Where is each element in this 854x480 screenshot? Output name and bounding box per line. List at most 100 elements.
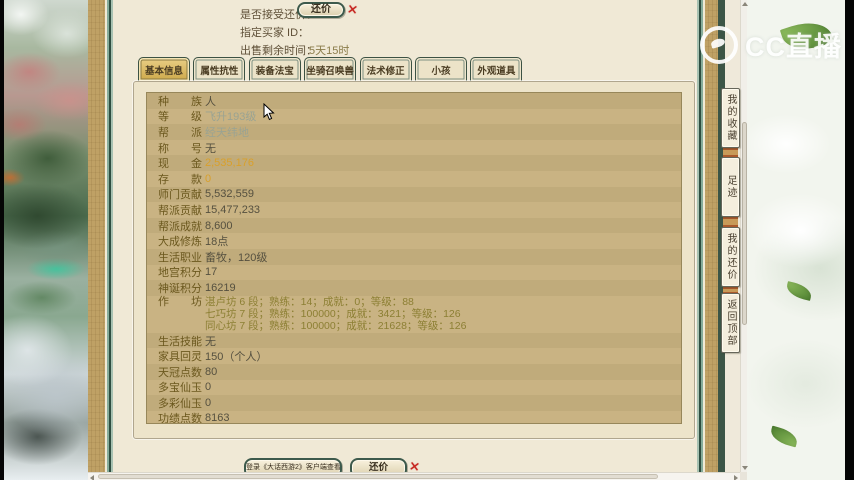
- info-row-label: 等 级: [158, 108, 202, 124]
- tab-5[interactable]: 小孩: [415, 57, 467, 81]
- sidebar-back-to-top-button[interactable]: 返回顶部: [721, 293, 740, 353]
- info-row-label: 地宫积分: [158, 264, 202, 280]
- page-border-left: [88, 0, 105, 472]
- sidebar-connector: [723, 217, 738, 227]
- info-row: 多彩仙玉 0: [147, 395, 681, 411]
- scroll-up-arrow-icon[interactable]: [742, 2, 748, 6]
- sale-time-remaining-value: 5天15时: [309, 42, 349, 58]
- page-border-right: [705, 0, 718, 472]
- info-row-label: 种 族: [158, 93, 202, 109]
- info-row: 等 级 飞升193级: [147, 109, 681, 125]
- info-row: 大成修炼 18点: [147, 233, 681, 249]
- info-row-label: 作 坊: [158, 296, 202, 309]
- info-row-label: 称 号: [158, 140, 202, 156]
- info-row: 天冠点数 80: [147, 364, 681, 380]
- counter-offer-disabled-x-icon: ✕: [346, 1, 359, 18]
- sidebar-connector: [723, 148, 738, 157]
- info-row: 帮派成就 8,600: [147, 218, 681, 234]
- cc-live-brand-text: CC直播: [745, 25, 842, 64]
- info-row: 帮派贡献 15,477,233: [147, 202, 681, 218]
- info-row-value: 飞升193级: [205, 108, 256, 124]
- info-row: 功绩点数 8163: [147, 411, 681, 424]
- info-row-label: 存 款: [158, 171, 202, 187]
- info-row-label: 生活技能: [158, 333, 202, 349]
- cc-live-watermark: CC直播: [700, 25, 842, 64]
- horizontal-scrollbar[interactable]: [88, 472, 740, 480]
- info-row-label: 帮派成就: [158, 218, 202, 234]
- tab-3[interactable]: 坐骑召唤兽: [304, 57, 356, 81]
- game-background-art: [4, 0, 88, 480]
- info-row-value: 150（个人）: [205, 348, 267, 364]
- basic-info-panel: 种 族 人 等 级 飞升193级 帮 派 经天纬地 称 号 无 现 金 2,53…: [146, 92, 682, 424]
- info-row-value: 无: [205, 333, 216, 349]
- site-flower-background: [747, 0, 845, 480]
- info-row-label: 家具回灵: [158, 348, 202, 364]
- info-row: 帮 派 经天纬地: [147, 124, 681, 140]
- info-row-label: 多宝仙玉: [158, 379, 202, 395]
- info-row-value: 80: [205, 366, 217, 378]
- counter-offer-badge-button[interactable]: 还价: [297, 2, 345, 18]
- info-row: 称 号 无: [147, 140, 681, 156]
- mouse-cursor: [263, 103, 275, 126]
- info-row-label: 神诞积分: [158, 280, 202, 296]
- info-row-label: 帮 派: [158, 124, 202, 140]
- scroll-left-arrow-icon[interactable]: [90, 475, 94, 480]
- info-row-label: 天冠点数: [158, 364, 202, 380]
- info-row-label: 帮派贡献: [158, 202, 202, 218]
- page-border-stripes-left: [105, 0, 113, 472]
- screen: CC直播 是否接受还价： 还价 ✕ 指定买家 ID： 出售剩余时间： 5天15时…: [0, 0, 854, 480]
- info-row-label: 现 金: [158, 155, 202, 171]
- scroll-down-arrow-icon[interactable]: [742, 466, 748, 470]
- cc-live-logo-icon: [700, 26, 738, 64]
- info-row-value: 2,535,176: [205, 157, 254, 169]
- info-row-label: 多彩仙玉: [158, 395, 202, 411]
- info-row-value: 17: [205, 266, 217, 278]
- info-row-value: 人: [205, 93, 216, 109]
- sidebar-footprints-button[interactable]: 足迹: [721, 157, 740, 217]
- info-row-value: 8163: [205, 412, 229, 424]
- scroll-right-arrow-icon[interactable]: [734, 475, 738, 480]
- info-row-value: 经天纬地: [205, 124, 249, 140]
- info-row: 生活职业 畜牧，120级: [147, 249, 681, 265]
- info-row: 神诞积分 16219: [147, 280, 681, 296]
- letterbox-bar-right: [845, 0, 854, 480]
- sale-time-remaining-label: 出售剩余时间：: [240, 42, 317, 58]
- info-row-value: 无: [205, 140, 216, 156]
- info-row-label: 大成修炼: [158, 233, 202, 249]
- tab-0[interactable]: 基本信息: [138, 57, 190, 81]
- tab-1[interactable]: 属性抗性: [193, 57, 245, 81]
- page-border-stripes-right: [697, 0, 705, 472]
- info-row: 现 金 2,535,176: [147, 155, 681, 171]
- info-row-value: 16219: [205, 282, 236, 294]
- vertical-scrollbar[interactable]: [740, 0, 747, 472]
- info-row-value: 15,477,233: [205, 204, 260, 216]
- sidebar-my-favorites-button[interactable]: 我的收藏: [721, 88, 740, 148]
- tab-6[interactable]: 外观道具: [470, 57, 522, 81]
- info-row-value: 18点: [205, 233, 228, 249]
- info-row: 生活技能 无: [147, 333, 681, 349]
- horizontal-scrollbar-thumb[interactable]: [98, 474, 658, 479]
- info-row-value: 0: [205, 397, 211, 409]
- info-row-label: 师门贡献: [158, 186, 202, 202]
- info-row-value: 0: [205, 173, 211, 185]
- info-row-value: 5,532,559: [205, 188, 254, 200]
- tab-2[interactable]: 装备法宝: [249, 57, 301, 81]
- info-row: 作 坊 湛卢坊 6 段；熟练：14；成就：0；等级：88七巧坊 7 段；熟练：1…: [147, 296, 681, 333]
- vertical-scrollbar-thumb[interactable]: [742, 122, 747, 325]
- info-row-value: 0: [205, 381, 211, 393]
- designated-buyer-id-label: 指定买家 ID：: [240, 24, 309, 40]
- scrollbar-corner: [740, 472, 747, 480]
- info-row: 种 族 人: [147, 93, 681, 109]
- info-row-value: 畜牧，120级: [205, 249, 267, 265]
- info-row: 存 款 0: [147, 171, 681, 187]
- info-row-label: 生活职业: [158, 249, 202, 265]
- info-row-value: 8,600: [205, 220, 233, 232]
- info-row-label: 功绩点数: [158, 410, 202, 424]
- letterbox-bar-left: [0, 0, 4, 480]
- info-row: 师门贡献 5,532,559: [147, 187, 681, 203]
- tab-4[interactable]: 法术修正: [360, 57, 412, 81]
- info-row: 多宝仙玉 0: [147, 380, 681, 396]
- sidebar-my-counter-offers-button[interactable]: 我的还价: [721, 227, 740, 287]
- info-row: 地宫积分 17: [147, 265, 681, 281]
- info-row: 家具回灵 150（个人）: [147, 348, 681, 364]
